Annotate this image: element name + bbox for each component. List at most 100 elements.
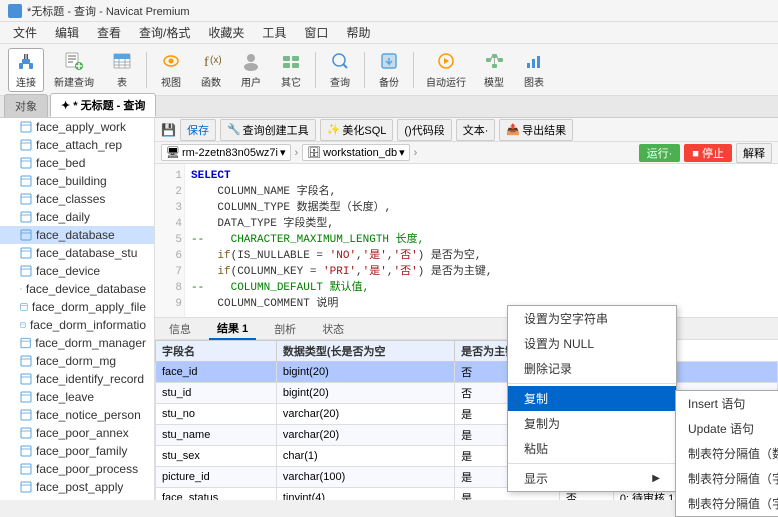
context-menu: 设置为空字符串 设置为 NULL 删除记录 复制 复制为 粘贴 显示 ▶	[507, 305, 677, 492]
sidebar-item[interactable]: face_device	[0, 262, 154, 280]
save-icon: 💾	[161, 123, 176, 137]
database-selector[interactable]: 🗄 workstation_db ▾	[302, 144, 410, 161]
sql-editor[interactable]: 12345 6789 SELECT COLUMN_NAME 字段名, COLUM…	[155, 164, 778, 318]
sidebar-item[interactable]: face_dorm_apply_file	[0, 298, 154, 316]
sidebar-item[interactable]: face_dorm_manager	[0, 334, 154, 352]
sidebar-item[interactable]: face_device_database	[0, 280, 154, 298]
beautify-button[interactable]: ✨ 美化SQL	[320, 119, 394, 141]
sub-tab-fields[interactable]: 制表符分隔值（字段名）	[676, 466, 778, 491]
sub-update-stmt[interactable]: Update 语句	[676, 416, 778, 441]
new-query-button[interactable]: 新建查询	[48, 48, 100, 92]
stop-button[interactable]: ■ 停止	[684, 144, 732, 162]
save-button[interactable]: 保存	[180, 119, 216, 141]
table-icon	[20, 157, 32, 169]
autorun-label: 自动运行	[426, 74, 466, 89]
explain-button[interactable]: 解释	[736, 143, 772, 163]
sidebar-item[interactable]: face_classes	[0, 190, 154, 208]
tab-status[interactable]: 状态	[314, 319, 352, 339]
sub-tab-both[interactable]: 制表符分隔值（字段名和数据）	[676, 491, 778, 516]
sidebar-item[interactable]: face_database_stu	[0, 244, 154, 262]
sidebar-item[interactable]: face_building	[0, 172, 154, 190]
menu-item-收藏夹[interactable]: 收藏夹	[200, 22, 252, 43]
connect-button[interactable]: 连接	[8, 48, 44, 92]
menu-item-帮助[interactable]: 帮助	[338, 22, 378, 43]
autorun-button[interactable]: 自动运行	[420, 48, 472, 92]
menu-item-工具[interactable]: 工具	[254, 22, 294, 43]
menu-item-查看[interactable]: 查看	[89, 22, 129, 43]
sidebar-item[interactable]: face_poor_annex	[0, 424, 154, 442]
ctx-copy-as[interactable]: 复制为	[508, 411, 676, 436]
chart-button[interactable]: 图表	[516, 48, 552, 92]
server-icon: 🖥	[166, 146, 180, 159]
code-segment-button[interactable]: ()代码段	[397, 119, 451, 141]
ctx-delete-record[interactable]: 删除记录	[508, 356, 676, 381]
sidebar-item[interactable]: face_notice_person	[0, 406, 154, 424]
ctx-show[interactable]: 显示 ▶	[508, 466, 676, 491]
run-button[interactable]: 运行·	[639, 144, 681, 162]
backup-button[interactable]: 备份	[371, 48, 407, 92]
table-icon	[20, 373, 32, 385]
sidebar-item[interactable]: face_post_apply	[0, 478, 154, 496]
table-button[interactable]: 表	[104, 48, 140, 92]
table-icon	[20, 229, 32, 241]
sidebar-item[interactable]: face_poor_family	[0, 442, 154, 460]
sidebar-item[interactable]: face_daily	[0, 208, 154, 226]
sidebar-item[interactable]: face_leave	[0, 388, 154, 406]
ctx-paste[interactable]: 粘贴	[508, 436, 676, 461]
table-icon	[20, 175, 32, 187]
sub-insert-stmt[interactable]: Insert 语句	[676, 391, 778, 416]
sql-content[interactable]: SELECT COLUMN_NAME 字段名, COLUMN_TYPE 数据类型…	[185, 164, 778, 317]
ctx-copy[interactable]: 复制	[508, 386, 676, 411]
app-icon	[8, 4, 22, 18]
table-icon	[20, 283, 22, 295]
tab-result[interactable]: 结果 1	[209, 318, 256, 340]
user-button[interactable]: 用户	[233, 48, 269, 92]
tab-query[interactable]: ✦ * 无标题 - 查询	[50, 93, 156, 117]
menu-item-文件[interactable]: 文件	[5, 22, 45, 43]
sidebar-item[interactable]: face_bed	[0, 154, 154, 172]
text-button[interactable]: 文本·	[456, 119, 496, 141]
autorun-icon	[435, 51, 457, 72]
table-icon	[20, 481, 32, 493]
table-icon	[20, 391, 32, 403]
sub-tab-data[interactable]: 制表符分隔值（数据）	[676, 441, 778, 466]
connection-selector[interactable]: 🖥 rm-2zetn83n05wz7i ▾	[161, 144, 291, 161]
menu-item-查询/格式[interactable]: 查询/格式	[131, 22, 198, 43]
menu-item-编辑[interactable]: 编辑	[47, 22, 87, 43]
tab-profiling[interactable]: 剖析	[266, 319, 304, 339]
tab-objects[interactable]: 对象	[4, 94, 48, 117]
table-icon	[20, 301, 28, 313]
separator-3	[364, 52, 365, 88]
sidebar-item[interactable]: face_identify_record	[0, 370, 154, 388]
sidebar-item[interactable]: face_dorm_informatio	[0, 316, 154, 334]
new-query-icon	[63, 51, 85, 72]
sidebar-item[interactable]: face_poor_process	[0, 460, 154, 478]
other-button[interactable]: 其它	[273, 48, 309, 92]
table-icon	[20, 121, 32, 133]
line-numbers: 12345 6789	[155, 164, 185, 317]
ctx-set-empty-string[interactable]: 设置为空字符串	[508, 306, 676, 331]
view-button[interactable]: 视图	[153, 48, 189, 92]
function-button[interactable]: f(x) 函数	[193, 48, 229, 92]
query-builder-button[interactable]: 🔧 查询创建工具	[220, 119, 316, 141]
title-bar: *无标题 - 查询 - Navicat Premium	[0, 0, 778, 22]
user-icon	[240, 51, 262, 72]
menu-item-窗口[interactable]: 窗口	[296, 22, 336, 43]
col-header-name: 字段名	[156, 341, 277, 362]
chart-icon	[523, 51, 545, 72]
table-row[interactable]: face_id bigint(20) 否 是 ID	[156, 362, 778, 383]
sidebar-item[interactable]: face_attach_rep	[0, 136, 154, 154]
export-button[interactable]: 📤 导出结果	[499, 119, 573, 141]
ctx-set-null[interactable]: 设置为 NULL	[508, 331, 676, 356]
separator-1	[146, 52, 147, 88]
sidebar-item[interactable]: face_post_employme	[0, 496, 154, 500]
sidebar-item[interactable]: face_database	[0, 226, 154, 244]
backup-icon	[378, 51, 400, 72]
tab-info[interactable]: 信息	[161, 319, 199, 339]
query-button[interactable]: 查询	[322, 48, 358, 92]
sidebar-item[interactable]: face_dorm_mg	[0, 352, 154, 370]
table-icon	[20, 409, 32, 421]
model-button[interactable]: 模型	[476, 48, 512, 92]
function-label: 函数	[201, 74, 221, 89]
sidebar-item[interactable]: face_apply_work	[0, 118, 154, 136]
